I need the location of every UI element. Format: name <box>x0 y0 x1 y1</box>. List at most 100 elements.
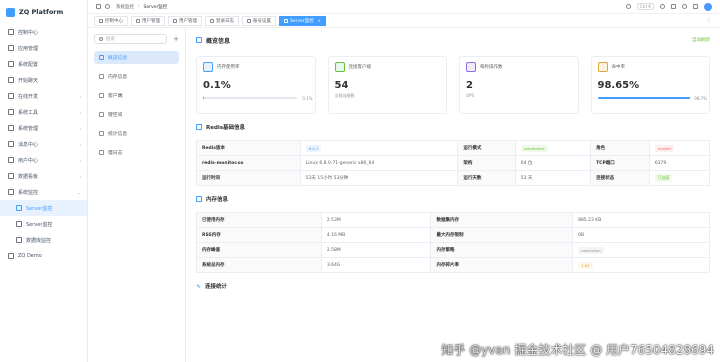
progress-text: 98.7% <box>694 96 707 101</box>
sidebar-subitem-label: Server监控 <box>26 221 53 228</box>
sidebar-subitem[interactable]: 数据库监控 <box>0 232 87 248</box>
theme-icon[interactable] <box>682 4 687 9</box>
table-key: redis-monitor.os <box>196 155 301 171</box>
sidebar-item[interactable]: 数据看板 › <box>0 168 87 184</box>
tab-icon <box>99 18 103 23</box>
search-input[interactable]: 搜索 <box>94 34 168 44</box>
table-key: 角色 <box>590 140 650 156</box>
tab-icon <box>247 18 251 23</box>
table-row: Redis版本 6.0.1 运行模式 standalone 角色 master <box>196 140 711 156</box>
subnav-icon <box>99 55 104 60</box>
sidebar-item[interactable]: 系统管理 › <box>0 120 87 136</box>
subnav-item[interactable]: 慢日志 <box>94 146 179 159</box>
subnav-icon <box>99 131 104 136</box>
tab-icon <box>210 18 214 23</box>
more-icon[interactable]: ⋮ <box>706 17 714 24</box>
chevron-icon: › <box>79 157 81 163</box>
sidebar-item-label: 系统管理 <box>18 125 39 132</box>
table-key: 已使用内存 <box>196 212 322 228</box>
memory-info-icon <box>196 196 202 202</box>
sidebar-item-label: 应用管理 <box>18 45 39 52</box>
subnav-item[interactable]: 内存信息 <box>94 70 179 83</box>
progress-text: 0.1% <box>302 96 313 101</box>
card-value: 54 <box>334 80 349 91</box>
monitor-icon <box>8 189 14 195</box>
sidebar-item[interactable]: 控制中心 <box>0 24 87 40</box>
table-key: TCP端口 <box>590 155 650 171</box>
table-value: 6379 <box>648 155 711 171</box>
stat-card: 命中率 98.65% 98.7% <box>590 56 710 114</box>
breadcrumb-item[interactable]: 系统监控 <box>116 4 134 10</box>
table-key: 架构 <box>457 155 516 171</box>
progress-bar <box>203 96 297 99</box>
breadcrumb-item: Server监控 <box>143 4 168 10</box>
fullscreen-icon[interactable] <box>671 4 676 9</box>
chevron-icon: › <box>79 173 81 179</box>
table-value: Linux 6.8.0-71-generic x86_64 <box>299 155 459 171</box>
subnav-item[interactable]: 统计信息 <box>94 127 179 140</box>
table-value: master <box>648 140 711 156</box>
chart-icon <box>8 173 14 179</box>
sidebar-subitem[interactable]: Server监控 <box>0 216 87 232</box>
tab-item[interactable]: 用户管理 <box>168 15 202 26</box>
card-subtext: OPS <box>466 93 475 98</box>
sidebar-item[interactable]: 系统配置 <box>0 56 87 72</box>
table-key: 内存策略 <box>430 242 574 258</box>
card-subtext: 当前连接数 <box>334 93 355 98</box>
sidebar-item-label: 数据看板 <box>18 173 39 180</box>
sidebar-item[interactable]: 在线开发 › <box>0 88 87 104</box>
monitor-icon <box>16 221 22 227</box>
gear-icon <box>8 125 14 131</box>
app-logo[interactable]: ZQ Platform <box>0 0 87 24</box>
card-header: 每秒操作数 <box>466 62 572 72</box>
sidebar-item[interactable]: 开始聊天 <box>0 72 87 88</box>
tab-item[interactable]: 账号设置 <box>242 15 276 26</box>
hit-icon <box>597 62 608 72</box>
subnav-item[interactable]: 客户端 <box>94 89 179 102</box>
card-header: 连接客户端 <box>334 62 441 72</box>
sidebar-item[interactable]: 消息中心 › <box>0 136 87 152</box>
sidebar-item[interactable]: 系统工具 › <box>0 104 87 120</box>
subnav-icon <box>99 93 104 98</box>
table-key: 连接状态 <box>590 170 650 186</box>
card-value: 2 <box>466 80 473 91</box>
table-value: 2.58M <box>320 242 432 258</box>
sidebar-item[interactable]: 用户中心 › <box>0 152 87 168</box>
card-header: 内存使用率 <box>203 62 309 72</box>
sidebar-item[interactable]: 系统监控 ⌄ <box>0 184 87 200</box>
tab-item[interactable]: Server监控 ✕ <box>279 15 326 26</box>
tab-item[interactable]: 用户管理 <box>131 15 165 26</box>
bell-icon[interactable] <box>660 4 665 9</box>
subnav-item[interactable]: 概览信息 <box>94 51 179 64</box>
table-key: 内存碎片率 <box>430 257 574 273</box>
top-bar: 系统监控 / Server监控 Ctrl K <box>88 0 720 14</box>
refresh-icon[interactable] <box>105 4 110 9</box>
settings-icon[interactable] <box>693 4 698 9</box>
table-value: 64 位 <box>514 155 592 171</box>
table-value: 885.23 KB <box>572 212 710 228</box>
sidebar-item[interactable]: ZQ Demo <box>0 248 87 264</box>
sidebar-subitem[interactable]: Server监控 <box>0 200 87 216</box>
sidebar-item[interactable]: 应用管理 <box>0 40 87 56</box>
add-button[interactable]: + <box>173 35 179 43</box>
sidebar-item-label: 在线开发 <box>18 93 39 100</box>
auto-refresh-button[interactable]: 自动刷新 <box>692 37 710 43</box>
table-key: 数据集内存 <box>430 212 574 228</box>
card-label: 内存使用率 <box>217 65 240 70</box>
subnav-item[interactable]: 键空间 <box>94 108 179 121</box>
collapse-menu-icon[interactable] <box>96 4 101 9</box>
card-label: 连接客户端 <box>348 65 372 70</box>
close-icon[interactable]: ✕ <box>318 19 321 23</box>
section-title: 内存信息 <box>206 197 229 203</box>
table-key: 运行天数 <box>457 170 516 186</box>
sidebar-item-label: 开始聊天 <box>18 77 39 84</box>
tab-item[interactable]: 登录日志 <box>205 15 239 26</box>
tab-item[interactable]: 控制中心 <box>94 15 128 26</box>
status-badge: master <box>654 144 675 152</box>
avatar[interactable] <box>704 2 712 11</box>
subnav-label: 内存信息 <box>108 75 128 80</box>
table-value: 4.16 MB <box>320 227 432 243</box>
table-value: 1.64 <box>572 257 710 273</box>
search-icon[interactable] <box>625 4 631 9</box>
subnav-label: 慢日志 <box>108 151 123 156</box>
